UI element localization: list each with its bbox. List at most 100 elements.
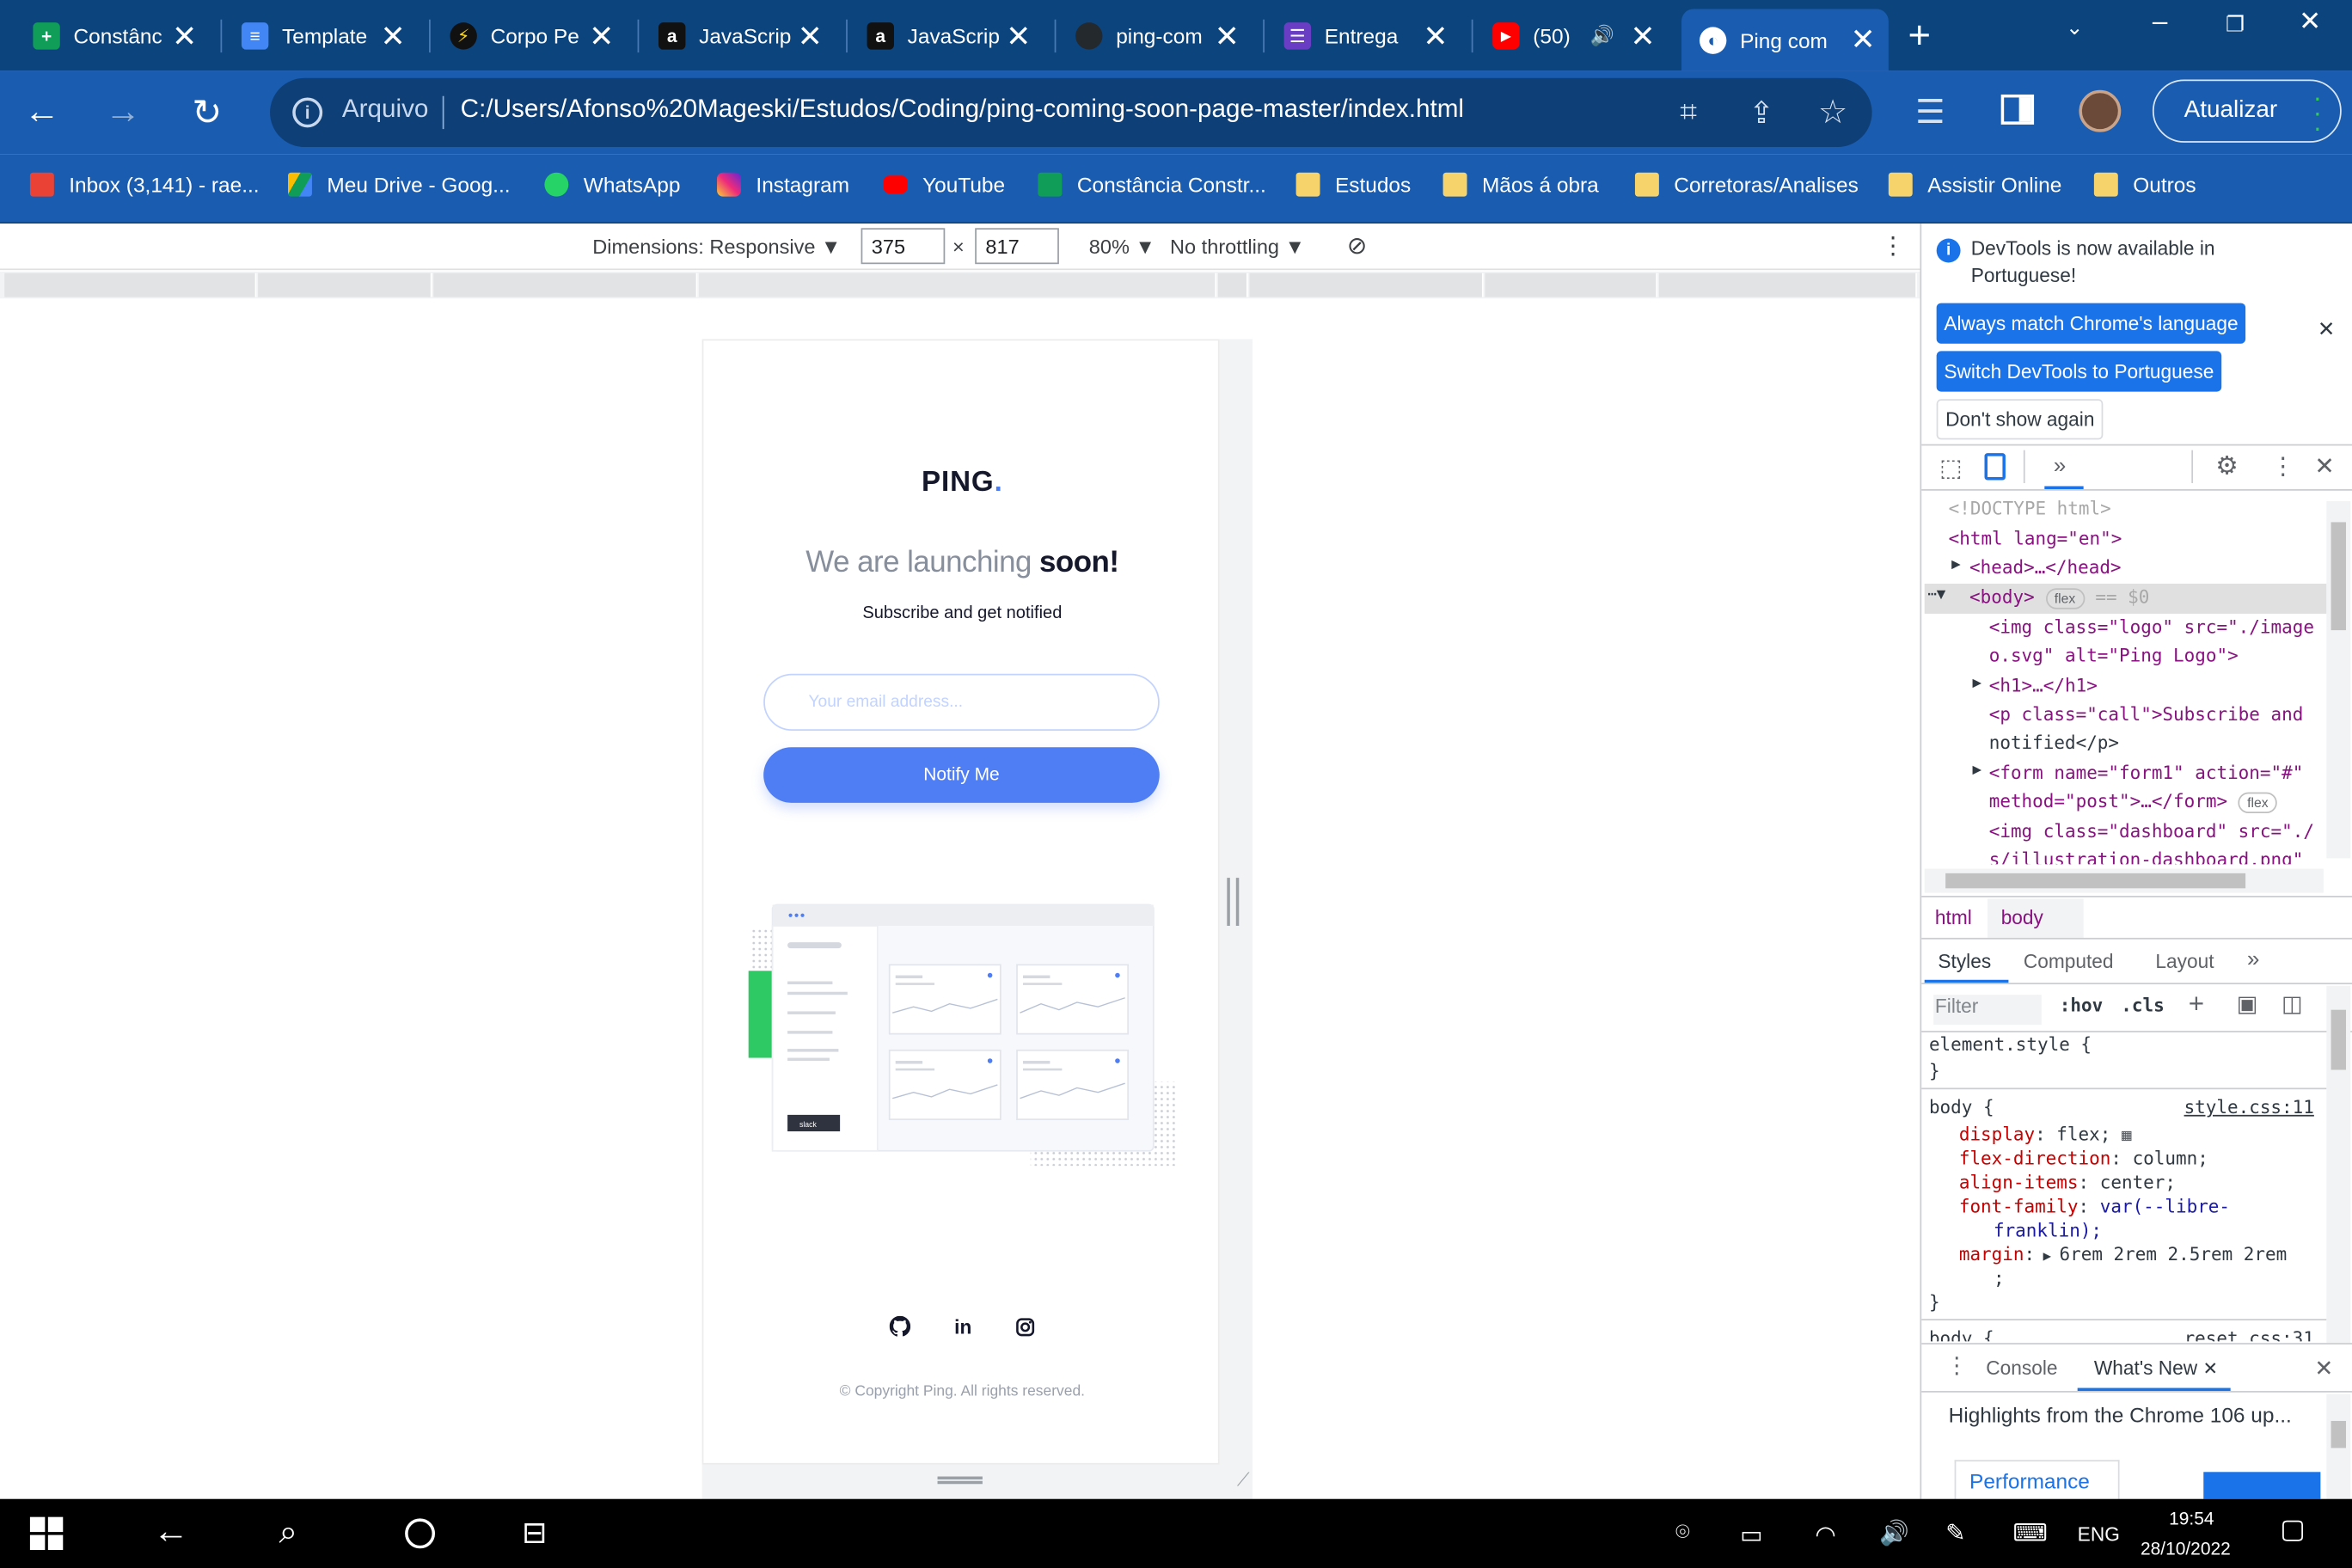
tab-layout[interactable]: Layout <box>2155 950 2214 972</box>
translate-icon[interactable]: ⌗ <box>1680 96 1697 131</box>
dom-html[interactable]: <html lang="en"> <box>1949 528 2122 548</box>
clock-date[interactable]: 28/10/2022 <box>2141 1538 2231 1559</box>
bookmark-star-icon[interactable]: ☆ <box>1818 93 1847 132</box>
bookmark-folder-estudos[interactable]: Estudos <box>1295 172 1411 197</box>
dom-scrollbar[interactable] <box>2326 500 2351 859</box>
tab-corpo[interactable]: ⚡ Corpo Pe ✕ <box>432 9 628 63</box>
email-input[interactable]: Your email address... <box>763 673 1160 732</box>
zoom-select[interactable]: 80% ▼ <box>1089 236 1155 258</box>
tab-ping-active[interactable]: ◐ Ping com ✕ <box>1681 9 1889 71</box>
bookmark-constancia[interactable]: Constância Constr... <box>1038 172 1266 197</box>
close-icon[interactable]: ✕ <box>1002 20 1035 53</box>
close-banner-icon[interactable]: ✕ <box>2318 316 2335 342</box>
new-tab-button[interactable]: + <box>1908 12 1932 58</box>
width-input[interactable] <box>861 228 946 265</box>
linkedin-icon[interactable]: in <box>950 1313 977 1339</box>
next-source-link[interactable]: reset.css:31 <box>2184 1328 2314 1342</box>
dom-doctype[interactable]: <!DOCTYPE html> <box>1949 498 2111 518</box>
bookmark-folder-corretoras[interactable]: Corretoras/Analises <box>1634 172 1859 197</box>
drawer-menu-icon[interactable]: ⋮ <box>1945 1352 1968 1379</box>
github-icon[interactable] <box>886 1313 913 1339</box>
address-bar[interactable]: i Arquivo C:/Users/Afonso%20Mageski/Estu… <box>270 77 1872 148</box>
keyboard-icon[interactable]: ⌨ <box>2013 1518 2048 1548</box>
performance-card[interactable]: Performance <box>1954 1460 2120 1499</box>
styles-filter-input[interactable]: Filter <box>1933 995 2042 1026</box>
info-icon[interactable]: i <box>292 97 323 128</box>
tab-search-icon[interactable]: ⌄ <box>2037 15 2112 40</box>
bookmark-youtube[interactable]: YouTube <box>883 173 1005 197</box>
bookmark-folder-assistir[interactable]: Assistir Online <box>1888 172 2061 197</box>
close-tab-icon[interactable]: ✕ <box>2203 1358 2219 1379</box>
inspect-element-icon[interactable]: ⬚ <box>1939 453 1962 483</box>
tab-youtube[interactable]: ▶ (50) 🔊 ✕ <box>1474 9 1669 63</box>
settings-gear-icon[interactable]: ⚙ <box>2215 451 2239 481</box>
bookmark-whatsapp[interactable]: WhatsApp <box>544 172 680 197</box>
tab-javascript-2[interactable]: a JavaScrip ✕ <box>849 9 1044 63</box>
dom-hscrollbar[interactable] <box>1924 868 2324 893</box>
dont-show-again-button[interactable]: Don't show again <box>1936 399 2104 440</box>
dom-img-dashboard[interactable]: <img class="dashboard" src="./ <box>1989 821 2314 842</box>
close-icon[interactable]: ✕ <box>168 20 200 53</box>
close-icon[interactable]: ✕ <box>1419 20 1452 53</box>
breadcrumb-html[interactable]: html <box>1935 906 1972 928</box>
bookmark-folder-maos[interactable]: Mãos á obra <box>1442 172 1599 197</box>
pen-icon[interactable]: ✎ <box>1945 1518 1965 1548</box>
wifi-icon[interactable]: ◠ <box>1815 1520 1835 1550</box>
dom-head[interactable]: <head>…</head> <box>1969 557 2122 578</box>
bookmark-drive[interactable]: Meu Drive - Goog... <box>288 172 511 197</box>
notify-button[interactable]: Notify Me <box>763 747 1160 803</box>
cortana-icon[interactable] <box>405 1518 436 1549</box>
close-icon[interactable]: ✕ <box>1626 20 1659 53</box>
language-indicator[interactable]: ENG <box>2078 1523 2120 1546</box>
flex-badge[interactable]: flex <box>2045 587 2085 609</box>
expand-arrow-icon[interactable]: ▶ <box>1973 675 1982 691</box>
more-panels-icon[interactable]: » <box>2054 453 2067 479</box>
forward-button[interactable]: → <box>96 85 150 139</box>
rule-font-family-cont[interactable]: franklin); <box>1994 1220 2102 1240</box>
back-arrow-icon[interactable]: ← <box>153 1511 189 1553</box>
expand-arrow-icon[interactable]: ▶ <box>1973 763 1982 779</box>
styles-scrollbar[interactable] <box>2326 985 2351 1344</box>
search-icon[interactable]: ⌕ <box>279 1512 298 1551</box>
resize-corner-icon[interactable]: ⟋ <box>1237 1469 1250 1491</box>
restore-button[interactable]: ❐ <box>2197 12 2272 38</box>
flex-badge[interactable]: flex <box>2238 791 2278 813</box>
resize-bar-bottom[interactable]: ⟋ <box>701 1462 1253 1499</box>
resize-handle-bottom[interactable] <box>937 1476 983 1485</box>
sidebar-toggle-icon[interactable]: ◫ <box>2282 990 2303 1018</box>
close-icon[interactable]: ✕ <box>377 20 409 53</box>
bookmark-inbox[interactable]: Inbox (3,141) - rae... <box>29 172 260 197</box>
tab-constancia[interactable]: + Constânc ✕ <box>15 9 210 63</box>
dom-img-logo[interactable]: <img class="logo" src="./image <box>1989 616 2314 637</box>
dom-body[interactable]: <body> flex == $0 <box>1969 586 2149 609</box>
paint-icon[interactable]: ▣ <box>2237 990 2258 1018</box>
volume-icon[interactable]: 🔊 <box>1879 1518 1909 1548</box>
tab-entrega[interactable]: ☰ Entrega ✕ <box>1266 9 1461 63</box>
dom-p-call[interactable]: <p class="call">Subscribe and <box>1989 704 2304 725</box>
clock-time[interactable]: 19:54 <box>2169 1508 2214 1528</box>
close-icon[interactable]: ✕ <box>1210 20 1243 53</box>
dimensions-select[interactable]: Dimensions: Responsive ▼ <box>592 236 841 258</box>
body-rule-selector[interactable]: body { <box>1929 1097 1994 1118</box>
camera-icon[interactable]: ⌾ <box>1675 1520 1690 1547</box>
update-button[interactable]: Atualizar · · · <box>2152 79 2342 143</box>
reload-button[interactable]: ↻ <box>180 85 234 139</box>
close-icon[interactable]: ✕ <box>1847 23 1879 57</box>
always-match-language-button[interactable]: Always match Chrome's language <box>1936 303 2246 344</box>
close-icon[interactable]: ✕ <box>585 20 618 53</box>
instagram-icon[interactable] <box>1011 1313 1038 1339</box>
speaker-icon[interactable]: 🔊 <box>1590 24 1614 48</box>
back-button[interactable]: ← <box>15 85 69 139</box>
flex-editor-icon[interactable]: ▦ <box>2122 1125 2132 1145</box>
cls-toggle[interactable]: .cls <box>2121 995 2164 1015</box>
tab-template[interactable]: ≡ Template ✕ <box>224 9 419 63</box>
tab-javascript-1[interactable]: a JavaScrip ✕ <box>640 9 836 63</box>
throttling-select[interactable]: No throttling ▼ <box>1170 236 1305 258</box>
height-input[interactable] <box>975 228 1059 265</box>
style-source-link[interactable]: style.css:11 <box>2184 1097 2314 1118</box>
dom-img-dashboard-cont[interactable]: s/illustration-dashboard.png" <box>1989 849 2304 864</box>
sidepanel-icon[interactable] <box>2000 94 2035 125</box>
avatar[interactable] <box>2079 89 2122 132</box>
resize-handle-right[interactable] <box>1227 878 1240 926</box>
dom-form[interactable]: <form name="form1" action="#" <box>1989 763 2304 783</box>
